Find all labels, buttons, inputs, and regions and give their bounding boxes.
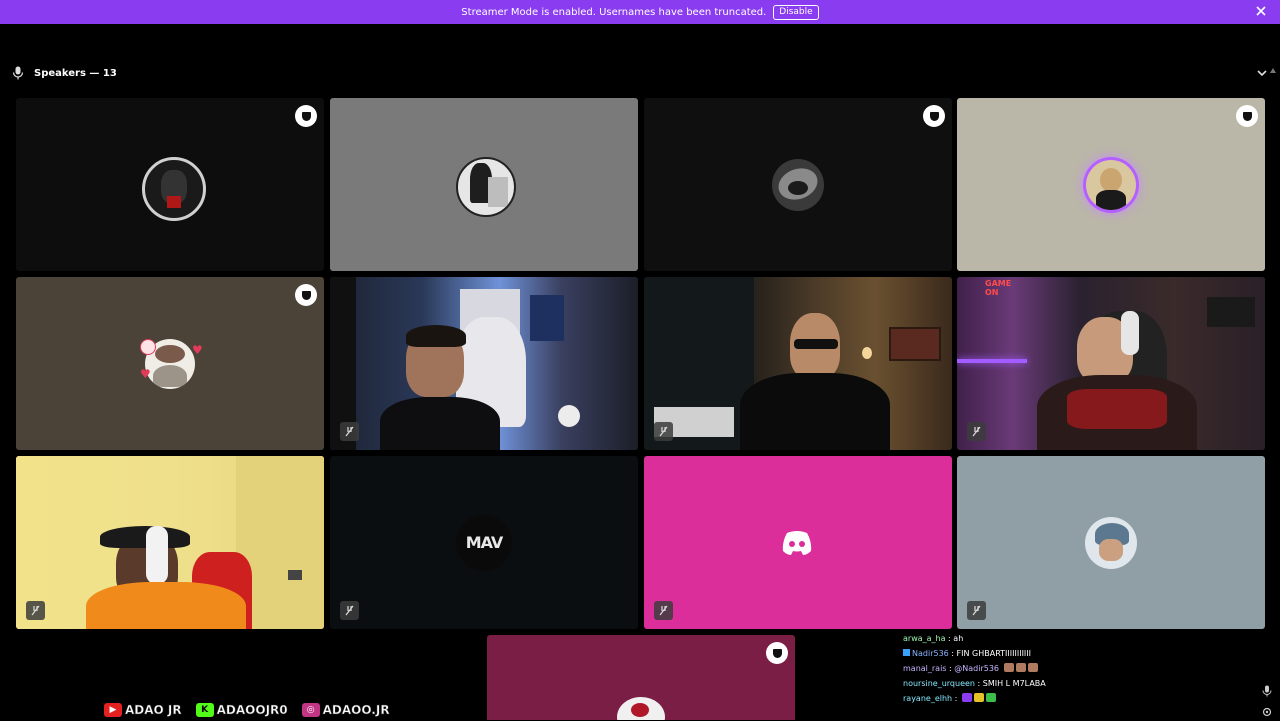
disable-streamer-mode-button[interactable]: Disable bbox=[773, 4, 819, 20]
instagram-icon: ◎ bbox=[301, 703, 320, 717]
muted-microphone-icon bbox=[340, 422, 359, 441]
social-handle: ADAOO.JR bbox=[322, 703, 390, 718]
stream-social-handles: ▶ ADAO JR K ADAOOJR0 ◎ ADAOO.JR bbox=[104, 703, 390, 717]
emote-icon bbox=[1003, 663, 1014, 672]
chat-username: rayane_elhh bbox=[903, 694, 953, 703]
participant-avatar: MAV bbox=[456, 514, 512, 571]
discord-logo-icon bbox=[782, 531, 812, 555]
chat-username: manal_rais bbox=[903, 664, 947, 673]
participant-avatar bbox=[1085, 516, 1137, 569]
muted-microphone-icon bbox=[26, 601, 45, 620]
participant-tile[interactable] bbox=[957, 98, 1265, 271]
emote-icon bbox=[973, 693, 984, 702]
participant-avatar bbox=[456, 156, 516, 217]
chat-message: Nadir536 : FIN GHBARTIIIIIIIIIII bbox=[903, 646, 1046, 661]
participant-tile[interactable] bbox=[16, 98, 324, 271]
participant-video-tile[interactable] bbox=[330, 277, 638, 450]
participant-tile[interactable]: ♥ ♥ bbox=[16, 277, 324, 450]
youtube-icon: ▶ bbox=[104, 703, 122, 717]
close-icon[interactable] bbox=[1255, 5, 1267, 17]
shield-icon bbox=[766, 642, 788, 664]
video-feed bbox=[330, 277, 638, 450]
chat-text: SMIH L M7LABA bbox=[982, 679, 1046, 688]
social-youtube: ▶ ADAO JR bbox=[104, 703, 182, 717]
video-feed bbox=[644, 277, 952, 450]
participant-avatar bbox=[1086, 159, 1136, 210]
emote-icon bbox=[1015, 663, 1026, 672]
participant-avatar bbox=[772, 158, 824, 211]
video-feed: GAME ON bbox=[957, 277, 1265, 450]
speakers-count-label: Speakers — 13 bbox=[34, 67, 117, 79]
mav-logo-text: MAV bbox=[465, 533, 504, 552]
participant-video-tile[interactable]: GAME ON bbox=[957, 277, 1265, 450]
participant-tile[interactable] bbox=[957, 456, 1265, 629]
chat-message: noursine_urqueen : SMIH L M7LABA bbox=[903, 676, 1046, 691]
chat-message: arwa_a_ha : ah bbox=[903, 631, 1046, 646]
side-controls bbox=[1262, 682, 1272, 721]
muted-microphone-icon bbox=[340, 601, 359, 620]
muted-microphone-icon bbox=[967, 422, 986, 441]
chat-text: FIN GHBARTIIIIIIIIIII bbox=[956, 649, 1032, 658]
microphone-icon bbox=[12, 66, 24, 80]
shield-icon bbox=[295, 284, 317, 306]
microphone-icon[interactable] bbox=[1262, 685, 1272, 697]
participant-tile[interactable] bbox=[644, 456, 952, 629]
emote-icon bbox=[961, 693, 972, 702]
chat-username: arwa_a_ha bbox=[903, 634, 946, 643]
social-kick: K ADAOOJR0 bbox=[195, 703, 288, 718]
chat-separator: : bbox=[952, 694, 960, 703]
participant-avatar bbox=[617, 697, 665, 720]
participant-avatar bbox=[142, 156, 206, 221]
speakers-header: Speakers — 13 bbox=[12, 66, 117, 80]
participant-video-tile[interactable] bbox=[16, 456, 324, 629]
participant-tile[interactable] bbox=[644, 98, 952, 271]
social-instagram: ◎ ADAOO.JR bbox=[301, 703, 390, 718]
shield-icon bbox=[1236, 105, 1258, 127]
settings-icon[interactable] bbox=[1262, 707, 1272, 717]
scrollbar[interactable] bbox=[1270, 68, 1276, 708]
participant-tile[interactable] bbox=[330, 98, 638, 271]
emote-icon bbox=[985, 693, 996, 702]
shield-icon bbox=[923, 105, 945, 127]
muted-microphone-icon bbox=[654, 422, 673, 441]
chat-separator: : bbox=[975, 679, 983, 688]
social-handle: ADAOOJR0 bbox=[216, 703, 288, 718]
chat-text: @Nadir536 bbox=[954, 664, 1000, 673]
heart-eyes-emoji-icon bbox=[140, 339, 156, 355]
chat-text: ah bbox=[953, 634, 964, 643]
participant-tile[interactable] bbox=[487, 635, 795, 720]
chat-username: Nadir536 bbox=[912, 649, 949, 658]
chat-separator: : bbox=[948, 649, 957, 658]
chat-badge-icon bbox=[903, 649, 910, 656]
chat-message: manal_rais : @Nadir536 bbox=[903, 661, 1046, 676]
social-handle: ADAO JR bbox=[125, 703, 182, 718]
participant-video-tile[interactable] bbox=[644, 277, 952, 450]
banner-message: Streamer Mode is enabled. Usernames have… bbox=[461, 6, 767, 18]
chat-username: noursine_urqueen bbox=[903, 679, 975, 688]
video-feed bbox=[16, 456, 324, 629]
stream-chat-overlay: arwa_a_ha : ah Nadir536 : FIN GHBARTIIII… bbox=[903, 631, 1046, 706]
emote-icon bbox=[1027, 663, 1038, 672]
kick-icon: K bbox=[195, 703, 214, 717]
chevron-down-icon[interactable] bbox=[1256, 68, 1268, 78]
scroll-up-arrow-icon[interactable] bbox=[1270, 68, 1276, 73]
muted-microphone-icon bbox=[654, 601, 673, 620]
heart-icon: ♥ bbox=[192, 343, 203, 357]
heart-icon: ♥ bbox=[140, 367, 151, 381]
shield-icon bbox=[295, 105, 317, 127]
chat-message: rayane_elhh : bbox=[903, 691, 1046, 706]
participant-tile[interactable]: MAV bbox=[330, 456, 638, 629]
streamer-mode-banner: Streamer Mode is enabled. Usernames have… bbox=[0, 0, 1280, 24]
muted-microphone-icon bbox=[967, 601, 986, 620]
